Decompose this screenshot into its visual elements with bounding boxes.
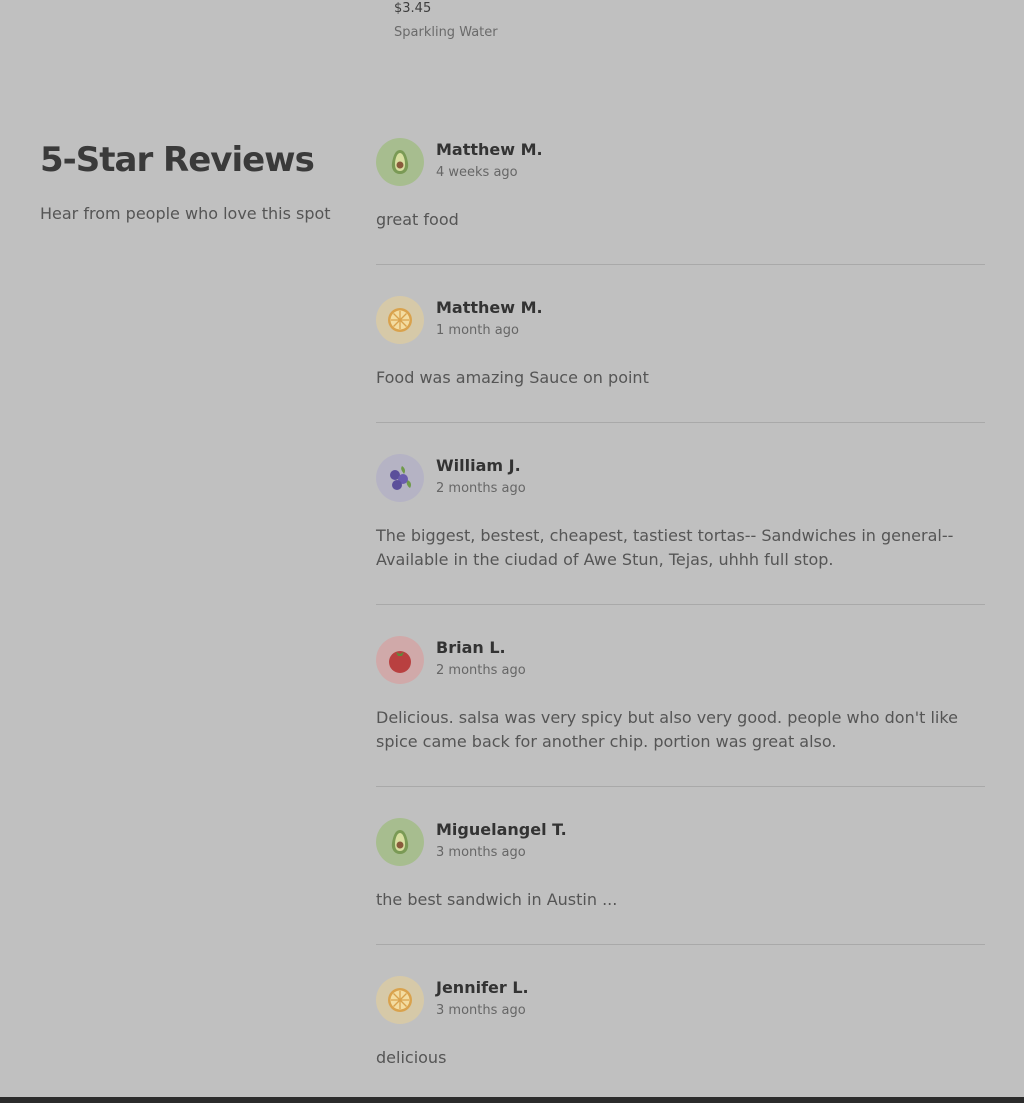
blueberries-icon (376, 454, 424, 502)
review-item: Miguelangel T. 3 months ago the best san… (376, 818, 985, 945)
review-item: Brian L. 2 months ago Delicious. salsa w… (376, 636, 985, 787)
review-time: 3 months ago (436, 1003, 526, 1018)
lemon-icon (376, 976, 424, 1024)
reviewer-name: Matthew M. (436, 140, 543, 159)
review-text: great food (376, 210, 459, 229)
review-item: Matthew M. 4 weeks ago great food (376, 138, 985, 265)
review-time: 3 months ago (436, 845, 526, 860)
review-text: Delicious. salsa was very spicy but also… (376, 708, 958, 751)
avocado-icon (376, 818, 424, 866)
lemon-icon (376, 296, 424, 344)
review-time: 2 months ago (436, 481, 526, 496)
review-text: Food was amazing Sauce on point (376, 368, 649, 387)
menu-item-name: Sparkling Water (394, 25, 498, 40)
reviews-header: 5-Star Reviews Hear from people who love… (40, 140, 340, 224)
reviewer-name: Brian L. (436, 638, 506, 657)
reviews-list: Matthew M. 4 weeks ago great food Matthe… (376, 138, 985, 1103)
tomato-icon (376, 636, 424, 684)
reviewer-name: Matthew M. (436, 298, 543, 317)
review-text: delicious (376, 1048, 447, 1067)
review-item: Matthew M. 1 month ago Food was amazing … (376, 296, 985, 423)
avocado-icon (376, 138, 424, 186)
review-item: William J. 2 months ago The biggest, bes… (376, 454, 985, 605)
reviewer-name: Jennifer L. (436, 978, 529, 997)
review-text: The biggest, bestest, cheapest, tastiest… (376, 526, 954, 569)
footer-bar (0, 1097, 1024, 1103)
review-text: the best sandwich in Austin ... (376, 890, 618, 909)
menu-item-price: $3.45 (394, 1, 432, 16)
reviewer-name: Miguelangel T. (436, 820, 567, 839)
review-time: 4 weeks ago (436, 165, 518, 180)
section-subtitle: Hear from people who love this spot (40, 204, 331, 223)
review-item: Jennifer L. 3 months ago delicious (376, 976, 985, 1102)
review-time: 1 month ago (436, 323, 519, 338)
review-time: 2 months ago (436, 663, 526, 678)
section-title: 5-Star Reviews (40, 140, 315, 180)
reviewer-name: William J. (436, 456, 521, 475)
menu-item-sparkling-water[interactable]: $3.45 Sparkling Water (394, 0, 498, 42)
